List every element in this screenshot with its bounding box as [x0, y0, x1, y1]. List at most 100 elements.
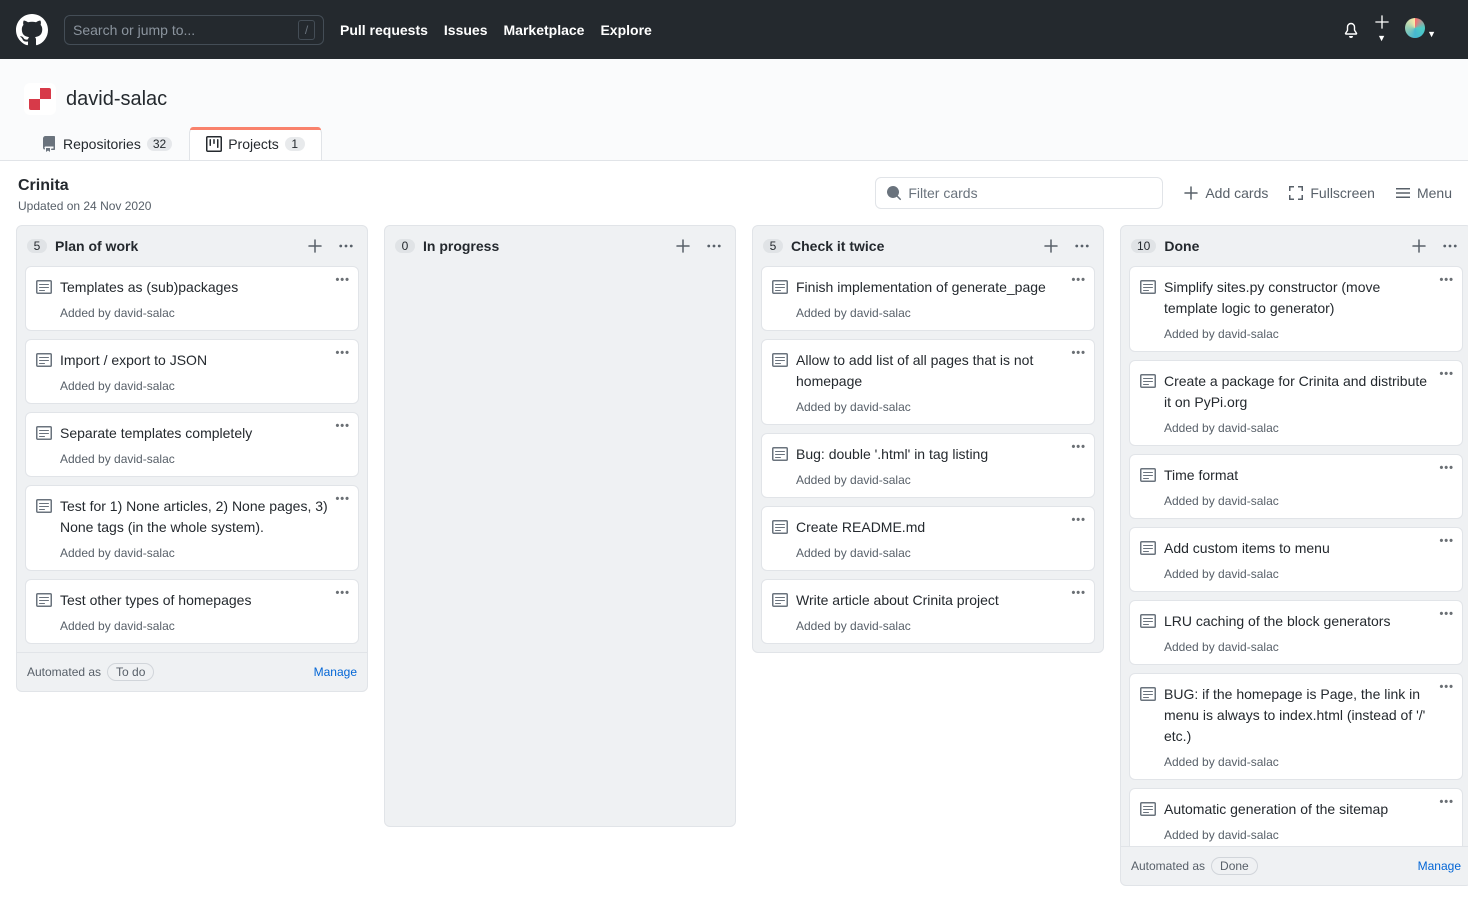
add-cards-button[interactable]: Add cards: [1183, 185, 1268, 201]
global-search[interactable]: /: [64, 15, 324, 45]
column-menu-icon[interactable]: [1071, 237, 1093, 255]
card[interactable]: ••• Allow to add list of all pages that …: [761, 339, 1095, 425]
search-input[interactable]: [73, 22, 298, 38]
global-nav: Pull requests Issues Marketplace Explore: [340, 22, 652, 38]
card-menu-icon[interactable]: •••: [1439, 463, 1454, 474]
nav-pull-requests[interactable]: Pull requests: [340, 22, 428, 38]
card-title: Separate templates completely: [60, 423, 252, 444]
create-new-dropdown[interactable]: ▼: [1375, 15, 1389, 45]
nav-explore[interactable]: Explore: [600, 22, 651, 38]
card-menu-icon[interactable]: •••: [1071, 442, 1086, 453]
card[interactable]: ••• Import / export to JSON Added by dav…: [25, 339, 359, 404]
notifications-icon[interactable]: [1343, 22, 1359, 38]
nav-issues[interactable]: Issues: [444, 22, 488, 38]
card-author-link[interactable]: david-salac: [850, 473, 911, 487]
card-author-link[interactable]: david-salac: [114, 306, 175, 320]
card-author-link[interactable]: david-salac: [1218, 755, 1279, 769]
tab-repositories[interactable]: Repositories 32: [24, 127, 189, 160]
menu-button[interactable]: Menu: [1395, 185, 1452, 201]
card[interactable]: ••• Bug: double '.html' in tag listing A…: [761, 433, 1095, 498]
card-menu-icon[interactable]: •••: [335, 275, 350, 286]
project-board: 5 Plan of work ••• Templates as (sub)pac…: [0, 225, 1468, 886]
card-author-link[interactable]: david-salac: [850, 619, 911, 633]
card-author-link[interactable]: david-salac: [1218, 494, 1279, 508]
card[interactable]: ••• BUG: if the homepage is Page, the li…: [1129, 673, 1463, 780]
card-author-link[interactable]: david-salac: [114, 619, 175, 633]
automation-pill[interactable]: Done: [1211, 857, 1258, 875]
column-menu-icon[interactable]: [1439, 237, 1461, 255]
card-meta: Added by david-salac: [1164, 828, 1432, 842]
card[interactable]: ••• Templates as (sub)packages Added by …: [25, 266, 359, 331]
card-menu-icon[interactable]: •••: [1439, 797, 1454, 808]
card[interactable]: ••• Time format Added by david-salac: [1129, 454, 1463, 519]
card-menu-icon[interactable]: •••: [1439, 609, 1454, 620]
card-menu-icon[interactable]: •••: [335, 348, 350, 359]
card-author-link[interactable]: david-salac: [1218, 640, 1279, 654]
note-icon: [1140, 801, 1156, 817]
card-meta: Added by david-salac: [796, 306, 1064, 320]
card[interactable]: ••• Automatic generation of the sitemap …: [1129, 788, 1463, 846]
user-menu[interactable]: ▼: [1405, 18, 1436, 41]
card[interactable]: ••• Test for 1) None articles, 2) None p…: [25, 485, 359, 571]
card-author-link[interactable]: david-salac: [1218, 828, 1279, 842]
card-title: Automatic generation of the sitemap: [1164, 799, 1388, 820]
card[interactable]: ••• Create a package for Crinita and dis…: [1129, 360, 1463, 446]
tab-projects[interactable]: Projects 1: [189, 127, 322, 160]
card[interactable]: ••• LRU caching of the block generators …: [1129, 600, 1463, 665]
card-author-link[interactable]: david-salac: [1218, 421, 1279, 435]
card-author-link[interactable]: david-salac: [114, 379, 175, 393]
card-author-link[interactable]: david-salac: [114, 546, 175, 560]
card-menu-icon[interactable]: •••: [1439, 369, 1454, 380]
project-title: Crinita: [18, 177, 151, 195]
card-menu-icon[interactable]: •••: [1439, 682, 1454, 693]
card[interactable]: ••• Write article about Crinita project …: [761, 579, 1095, 644]
filter-cards[interactable]: [875, 177, 1163, 209]
card[interactable]: ••• Test other types of homepages Added …: [25, 579, 359, 644]
add-card-icon[interactable]: [1039, 236, 1063, 256]
nav-marketplace[interactable]: Marketplace: [504, 22, 585, 38]
card-author-link[interactable]: david-salac: [1218, 567, 1279, 581]
card[interactable]: ••• Simplify sites.py constructor (move …: [1129, 266, 1463, 352]
add-card-icon[interactable]: [303, 236, 327, 256]
card-meta: Added by david-salac: [60, 619, 328, 633]
profile-name[interactable]: david-salac: [66, 88, 167, 111]
fullscreen-button[interactable]: Fullscreen: [1288, 185, 1375, 201]
card-author-link[interactable]: david-salac: [850, 400, 911, 414]
column-body: ••• Templates as (sub)packages Added by …: [17, 266, 367, 652]
card-menu-icon[interactable]: •••: [335, 588, 350, 599]
profile-avatar[interactable]: [24, 83, 56, 115]
tab-label: Repositories: [63, 136, 141, 152]
card-menu-icon[interactable]: •••: [335, 421, 350, 432]
column-menu-icon[interactable]: [335, 237, 357, 255]
automation-pill[interactable]: To do: [107, 663, 154, 681]
column-menu-icon[interactable]: [703, 237, 725, 255]
card-author-link[interactable]: david-salac: [850, 546, 911, 560]
card-menu-icon[interactable]: •••: [1439, 275, 1454, 286]
note-icon: [1140, 279, 1156, 295]
column-body: [385, 266, 735, 826]
card[interactable]: ••• Separate templates completely Added …: [25, 412, 359, 477]
card-author-link[interactable]: david-salac: [114, 452, 175, 466]
card-menu-icon[interactable]: •••: [1439, 536, 1454, 547]
card-meta: Added by david-salac: [1164, 421, 1432, 435]
card-menu-icon[interactable]: •••: [1071, 588, 1086, 599]
card[interactable]: ••• Finish implementation of generate_pa…: [761, 266, 1095, 331]
card-menu-icon[interactable]: •••: [1071, 348, 1086, 359]
manage-link[interactable]: Manage: [1418, 859, 1461, 873]
card-menu-icon[interactable]: •••: [335, 494, 350, 505]
manage-link[interactable]: Manage: [314, 665, 357, 679]
add-card-icon[interactable]: [1407, 236, 1431, 256]
card[interactable]: ••• Create README.md Added by david-sala…: [761, 506, 1095, 571]
card-author-link[interactable]: david-salac: [850, 306, 911, 320]
card-author-link[interactable]: david-salac: [1218, 327, 1279, 341]
filter-input[interactable]: [908, 185, 1152, 201]
add-card-icon[interactable]: [671, 236, 695, 256]
note-icon: [1140, 613, 1156, 629]
card-menu-icon[interactable]: •••: [1071, 275, 1086, 286]
card-meta: Added by david-salac: [1164, 567, 1432, 581]
card[interactable]: ••• Add custom items to menu Added by da…: [1129, 527, 1463, 592]
fullscreen-icon: [1288, 185, 1304, 201]
note-icon: [36, 592, 52, 608]
card-menu-icon[interactable]: •••: [1071, 515, 1086, 526]
github-logo-icon[interactable]: [16, 14, 48, 46]
